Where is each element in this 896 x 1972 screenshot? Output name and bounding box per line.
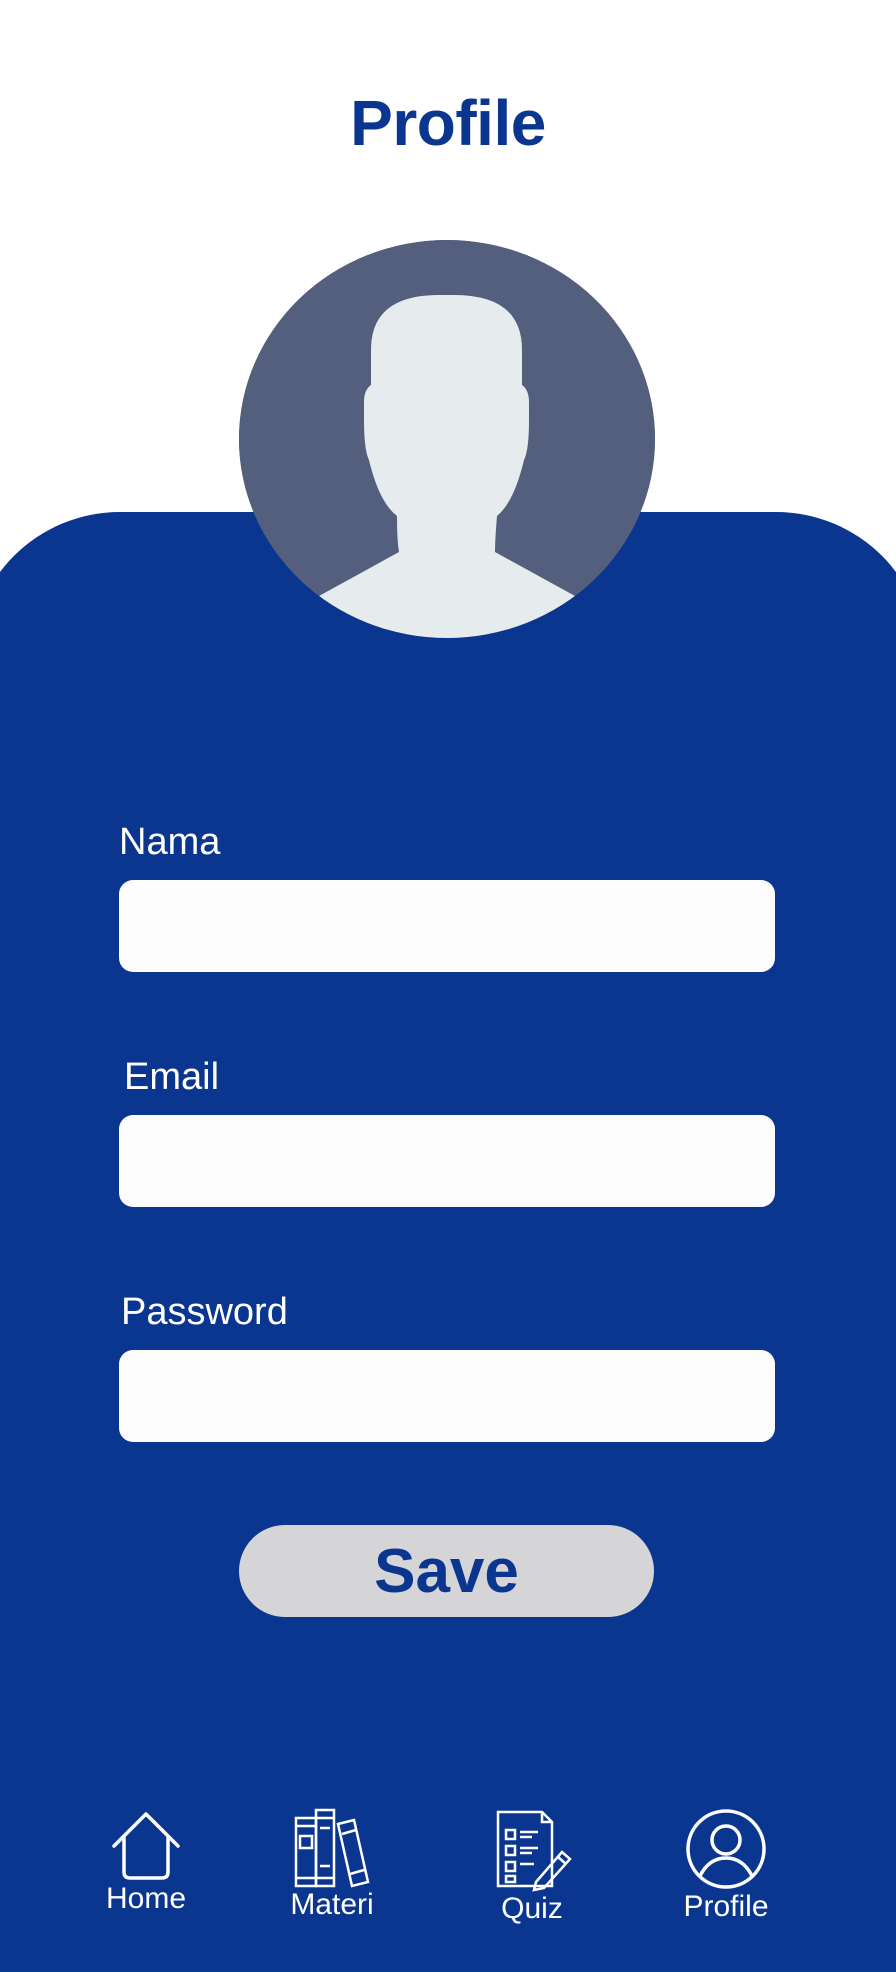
email-label: Email — [124, 1056, 220, 1098]
avatar[interactable] — [239, 240, 655, 638]
nav-item-profile[interactable]: Profile — [656, 1808, 796, 1924]
nav-label-profile: Profile — [683, 1890, 769, 1923]
home-icon — [112, 1812, 180, 1880]
email-field[interactable] — [119, 1115, 775, 1207]
profile-card — [0, 512, 896, 1972]
user-silhouette-icon — [239, 240, 655, 638]
password-label: Password — [121, 1291, 288, 1333]
nav-item-quiz[interactable]: Quiz — [462, 1808, 602, 1926]
page-title: Profile — [350, 87, 546, 159]
name-field[interactable] — [119, 880, 775, 972]
nav-label-quiz: Quiz — [501, 1892, 563, 1925]
name-label: Nama — [119, 821, 221, 863]
save-button[interactable]: Save — [239, 1525, 654, 1617]
nav-item-materi[interactable]: Materi — [262, 1808, 402, 1922]
nav-item-home[interactable]: Home — [76, 1808, 216, 1916]
user-circle-icon — [686, 1809, 766, 1889]
nav-label-materi: Materi — [290, 1888, 374, 1921]
quiz-checklist-icon — [496, 1810, 572, 1892]
nav-label-home: Home — [105, 1882, 187, 1915]
password-field[interactable] — [119, 1350, 775, 1442]
books-icon — [294, 1808, 370, 1888]
